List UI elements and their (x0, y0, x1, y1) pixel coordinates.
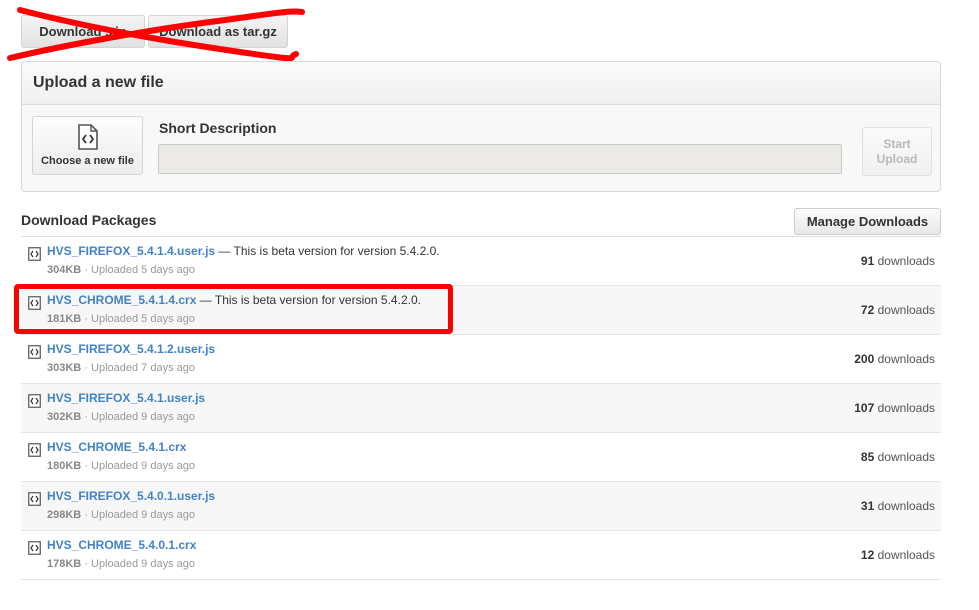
download-count: 85 (860, 450, 875, 464)
file-size: 303KB (47, 362, 82, 374)
downloads-word: downloads (877, 499, 935, 513)
upload-date: Uploaded 7 days ago (91, 362, 195, 374)
start-upload-button[interactable]: Start Upload (862, 127, 932, 176)
file-size: 304KB (47, 264, 82, 276)
download-zip-button[interactable]: Download .zip (21, 15, 145, 48)
file-code-icon (28, 247, 41, 261)
upload-date: Uploaded 5 days ago (91, 264, 195, 276)
file-link[interactable]: HVS_CHROME_5.4.1.4.crx (47, 293, 196, 307)
file-code-icon (28, 345, 41, 359)
downloads-word: downloads (877, 450, 935, 464)
download-count: 91 (860, 254, 875, 268)
file-code-icon (28, 296, 41, 310)
file-size: 178KB (47, 558, 82, 570)
list-item: HVS_FIREFOX_5.4.0.1.user.js 298KB · Uplo… (21, 482, 941, 531)
file-description: — This is beta version for version 5.4.2… (196, 293, 421, 307)
download-tar-button[interactable]: Download as tar.gz (148, 15, 288, 48)
downloads-word: downloads (877, 352, 935, 366)
upload-date: Uploaded 9 days ago (91, 411, 195, 423)
download-count: 200 (854, 352, 875, 366)
list-item: HVS_CHROME_5.4.1.crx 180KB · Uploaded 9 … (21, 433, 941, 482)
file-size: 180KB (47, 460, 82, 472)
list-item: HVS_FIREFOX_5.4.1.2.user.js 303KB · Uplo… (21, 335, 941, 384)
downloads-word: downloads (877, 548, 935, 562)
upload-panel: Upload a new file Choose a new file Shor… (21, 61, 941, 192)
short-description-label: Short Description (159, 120, 277, 136)
upload-date: Uploaded 5 days ago (91, 313, 195, 325)
downloads-word: downloads (877, 401, 935, 415)
red-strike-annotation (7, 7, 305, 62)
downloads-word: downloads (877, 303, 935, 317)
file-link[interactable]: HVS_CHROME_5.4.0.1.crx (47, 538, 196, 552)
download-list: HVS_FIREFOX_5.4.1.4.user.js — This is be… (21, 236, 941, 580)
file-size: 181KB (47, 313, 82, 325)
upload-date: Uploaded 9 days ago (91, 509, 195, 521)
choose-file-label: Choose a new file (41, 155, 134, 167)
manage-downloads-button[interactable]: Manage Downloads (794, 208, 941, 235)
list-item: HVS_CHROME_5.4.0.1.crx 178KB · Uploaded … (21, 531, 941, 580)
file-size: 302KB (47, 411, 82, 423)
file-link[interactable]: HVS_FIREFOX_5.4.1.user.js (47, 391, 205, 405)
list-item: HVS_FIREFOX_5.4.1.user.js 302KB · Upload… (21, 384, 941, 433)
file-description: — This is beta version for version 5.4.2… (215, 244, 440, 258)
file-size: 298KB (47, 509, 82, 521)
list-item: HVS_CHROME_5.4.1.4.crx — This is beta ve… (21, 286, 941, 335)
file-link[interactable]: HVS_FIREFOX_5.4.0.1.user.js (47, 489, 215, 503)
file-link[interactable]: HVS_FIREFOX_5.4.1.4.user.js (47, 244, 215, 258)
choose-file-button[interactable]: Choose a new file (32, 116, 143, 175)
file-link[interactable]: HVS_CHROME_5.4.1.crx (47, 440, 186, 454)
download-count: 31 (860, 499, 875, 513)
download-packages-heading: Download Packages (21, 212, 157, 228)
file-code-icon (28, 394, 41, 408)
download-count: 12 (860, 548, 875, 562)
download-count: 107 (854, 401, 875, 415)
short-description-input[interactable] (158, 144, 842, 174)
download-count: 72 (860, 303, 875, 317)
upload-date: Uploaded 9 days ago (91, 460, 195, 472)
file-code-icon (28, 541, 41, 555)
file-link[interactable]: HVS_FIREFOX_5.4.1.2.user.js (47, 342, 215, 356)
downloads-word: downloads (877, 254, 935, 268)
upload-date: Uploaded 9 days ago (91, 558, 195, 570)
upload-title: Upload a new file (22, 62, 940, 105)
list-item: HVS_FIREFOX_5.4.1.4.user.js — This is be… (21, 237, 941, 286)
file-code-icon (28, 492, 41, 506)
file-code-icon (77, 124, 98, 150)
file-code-icon (28, 443, 41, 457)
